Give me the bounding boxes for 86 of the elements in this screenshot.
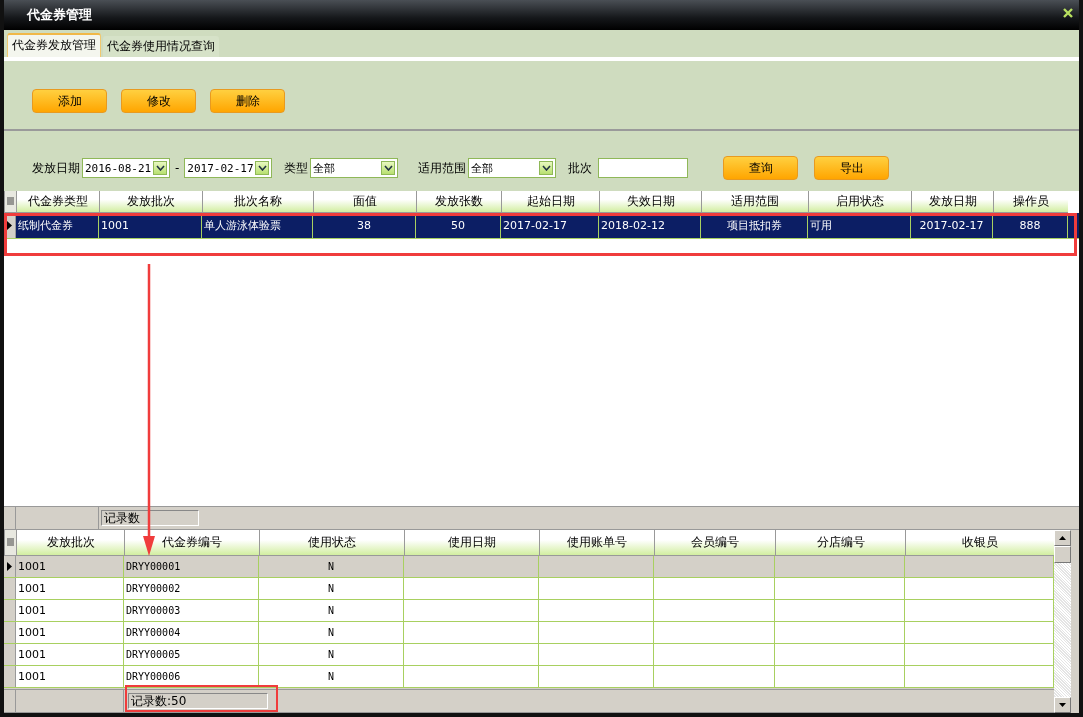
column-header[interactable]: 发放批次 bbox=[16, 530, 124, 556]
table-cell: 1001 bbox=[99, 213, 202, 238]
column-header[interactable]: 使用状态 bbox=[259, 530, 404, 556]
row-header[interactable] bbox=[4, 556, 16, 577]
table-cell: 1001 bbox=[16, 666, 124, 687]
table-cell: 1001 bbox=[16, 578, 124, 599]
table-cell: N bbox=[259, 666, 404, 687]
date-field[interactable]: 2016-08-21 bbox=[82, 158, 170, 178]
table-cell: 2018-02-12 bbox=[599, 213, 701, 238]
table-cell: DRYY00006 bbox=[124, 666, 259, 687]
table-cell: DRYY00002 bbox=[124, 578, 259, 599]
tab[interactable]: 代金券发放管理 bbox=[7, 33, 101, 57]
table-cell: DRYY00004 bbox=[124, 622, 259, 643]
column-header[interactable]: 适用范围 bbox=[701, 191, 808, 213]
record-count: 记录数 bbox=[101, 510, 199, 526]
table-cell: N bbox=[259, 600, 404, 621]
table-row[interactable]: 1001 DRYY00006 N bbox=[4, 666, 1054, 688]
table-cell: DRYY00001 bbox=[124, 556, 259, 577]
toolbar-button[interactable]: 修改 bbox=[121, 89, 196, 113]
column-header[interactable]: 启用状态 bbox=[808, 191, 911, 213]
scrollbar[interactable] bbox=[1054, 530, 1071, 713]
table-cell: 1001 bbox=[16, 622, 124, 643]
table-row[interactable]: 1001 DRYY00005 N bbox=[4, 644, 1054, 666]
filter-button[interactable]: 导出 bbox=[814, 156, 890, 180]
date-field[interactable]: 2017-02-17 bbox=[184, 158, 273, 178]
scroll-thumb[interactable] bbox=[1054, 546, 1071, 563]
dropdown-icon[interactable] bbox=[255, 161, 270, 175]
column-header[interactable]: 会员编号 bbox=[654, 530, 775, 556]
table-cell: N bbox=[259, 644, 404, 665]
type-dropdown[interactable]: 全部 bbox=[310, 158, 399, 178]
record-count: 记录数:50 bbox=[128, 693, 268, 709]
column-header[interactable]: 操作员 bbox=[993, 191, 1068, 213]
table-row[interactable]: 1001 DRYY00001 N bbox=[4, 556, 1054, 578]
tab[interactable]: 代金券使用情况查询 bbox=[103, 36, 219, 57]
column-header[interactable]: 发放日期 bbox=[911, 191, 993, 213]
table-cell: DRYY00003 bbox=[124, 600, 259, 621]
dropdown-icon[interactable] bbox=[381, 161, 396, 175]
scope-dropdown[interactable]: 全部 bbox=[468, 158, 557, 178]
column-header[interactable]: 发放批次 bbox=[99, 191, 202, 213]
table-cell: N bbox=[259, 556, 404, 577]
window-title: 代金券管理 bbox=[27, 6, 92, 24]
scroll-down-icon[interactable] bbox=[1054, 697, 1071, 713]
table-cell: 2017-02-17 bbox=[501, 213, 599, 238]
field-label: 类型 bbox=[284, 159, 309, 177]
field-label: 发放日期 bbox=[32, 159, 80, 177]
table-row[interactable]: 1001 DRYY00004 N bbox=[4, 622, 1054, 644]
table-cell: 50 bbox=[416, 213, 501, 238]
table-cell: 纸制代金券 bbox=[16, 213, 99, 238]
table-row[interactable]: 1001 DRYY00003 N bbox=[4, 600, 1054, 622]
column-header[interactable]: 失效日期 bbox=[599, 191, 701, 213]
date-separator: - bbox=[175, 161, 180, 175]
table-cell: 单人游泳体验票 bbox=[202, 213, 313, 238]
row-pointer-icon bbox=[7, 562, 12, 571]
close-icon[interactable] bbox=[1063, 8, 1073, 18]
column-header[interactable]: 起始日期 bbox=[501, 191, 599, 213]
batch-input[interactable] bbox=[598, 158, 689, 178]
table-cell: 1001 bbox=[16, 644, 124, 665]
field-label: 适用范围 bbox=[418, 159, 467, 177]
table-cell: 888 bbox=[993, 213, 1068, 238]
scroll-up-icon[interactable] bbox=[1054, 530, 1071, 546]
column-header[interactable]: 代金券类型 bbox=[16, 191, 99, 213]
table-cell: 项目抵扣券 bbox=[701, 213, 808, 238]
table-cell: 可用 bbox=[808, 213, 911, 238]
table-cell: 38 bbox=[313, 213, 416, 238]
dropdown-icon[interactable] bbox=[539, 161, 554, 175]
column-header[interactable]: 收银员 bbox=[905, 530, 1054, 556]
toolbar-button[interactable]: 添加 bbox=[32, 89, 107, 113]
field-label: 批次 bbox=[568, 159, 593, 177]
column-header[interactable]: 批次名称 bbox=[202, 191, 313, 213]
column-header[interactable]: 分店编号 bbox=[775, 530, 905, 556]
column-header[interactable]: 使用账单号 bbox=[539, 530, 654, 556]
column-header[interactable]: 面值 bbox=[313, 191, 416, 213]
table-cell: 1001 bbox=[16, 600, 124, 621]
table-cell: N bbox=[259, 578, 404, 599]
column-header[interactable]: 发放张数 bbox=[416, 191, 501, 213]
column-header[interactable]: 使用日期 bbox=[404, 530, 539, 556]
filter-button[interactable]: 查询 bbox=[723, 156, 799, 180]
table-cell: 1001 bbox=[16, 556, 124, 577]
toolbar-button[interactable]: 删除 bbox=[210, 89, 285, 113]
column-header[interactable]: 代金券编号 bbox=[124, 530, 259, 556]
row-pointer-icon bbox=[7, 221, 12, 230]
table-cell: 2017-02-17 bbox=[911, 213, 993, 238]
dropdown-icon[interactable] bbox=[153, 161, 167, 175]
table-cell: N bbox=[259, 622, 404, 643]
table-row[interactable]: 1001 DRYY00002 N bbox=[4, 578, 1054, 600]
table-cell: DRYY00005 bbox=[124, 644, 259, 665]
